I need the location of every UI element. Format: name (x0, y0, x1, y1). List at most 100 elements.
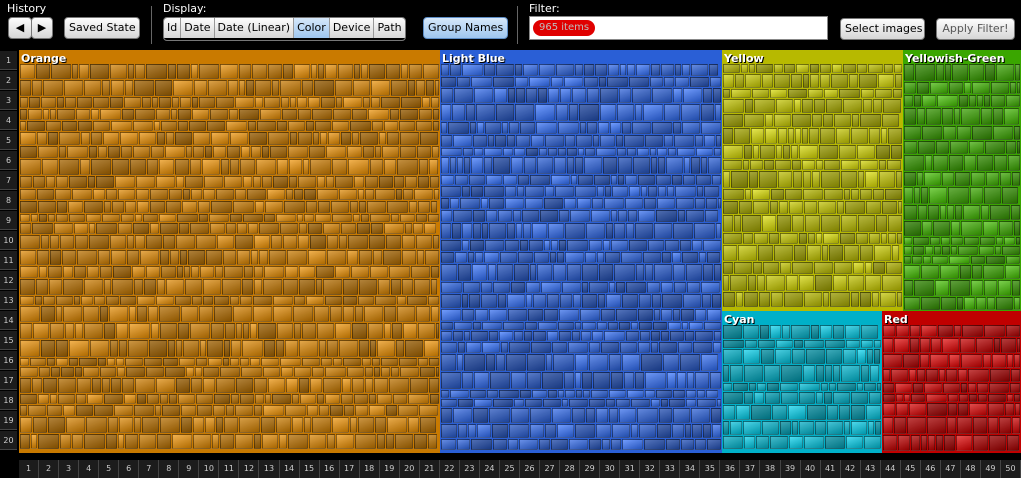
image-thumbnail[interactable] (860, 114, 881, 127)
image-thumbnail[interactable] (323, 378, 341, 393)
image-thumbnail[interactable] (883, 325, 895, 337)
image-thumbnail[interactable] (1012, 417, 1020, 434)
image-thumbnail[interactable] (397, 306, 415, 322)
image-thumbnail[interactable] (1005, 403, 1014, 416)
image-thumbnail[interactable] (62, 250, 76, 265)
image-thumbnail[interactable] (791, 145, 798, 159)
image-thumbnail[interactable] (826, 349, 842, 364)
image-thumbnail[interactable] (379, 176, 393, 188)
image-thumbnail[interactable] (339, 189, 357, 200)
image-thumbnail[interactable] (74, 296, 80, 305)
image-thumbnail[interactable] (930, 354, 948, 368)
image-thumbnail[interactable] (609, 282, 615, 293)
image-thumbnail[interactable] (656, 175, 671, 185)
image-thumbnail[interactable] (723, 145, 743, 159)
image-thumbnail[interactable] (150, 201, 165, 213)
image-thumbnail[interactable] (666, 439, 680, 450)
image-thumbnail[interactable] (482, 342, 500, 353)
image-thumbnail[interactable] (947, 205, 954, 220)
image-thumbnail[interactable] (526, 294, 532, 308)
image-thumbnail[interactable] (857, 64, 867, 73)
image-thumbnail[interactable] (904, 126, 921, 140)
image-thumbnail[interactable] (1011, 205, 1020, 220)
image-thumbnail[interactable] (74, 266, 86, 278)
image-thumbnail[interactable] (943, 383, 960, 393)
image-thumbnail[interactable] (1011, 369, 1020, 382)
image-thumbnail[interactable] (20, 279, 35, 295)
image-thumbnail[interactable] (723, 325, 742, 339)
image-thumbnail[interactable] (124, 97, 141, 108)
image-thumbnail[interactable] (824, 160, 840, 170)
image-thumbnail[interactable] (874, 340, 881, 348)
image-thumbnail[interactable] (38, 394, 49, 404)
image-thumbnail[interactable] (196, 235, 216, 249)
image-thumbnail[interactable] (911, 435, 920, 451)
image-thumbnail[interactable] (46, 121, 61, 131)
image-thumbnail[interactable] (937, 95, 958, 107)
image-thumbnail[interactable] (723, 365, 729, 382)
image-thumbnail[interactable] (196, 358, 207, 366)
image-thumbnail[interactable] (215, 266, 223, 278)
image-thumbnail[interactable] (179, 358, 195, 366)
image-thumbnail[interactable] (664, 104, 680, 121)
image-thumbnail[interactable] (764, 160, 774, 170)
image-thumbnail[interactable] (971, 172, 985, 186)
image-thumbnail[interactable] (273, 296, 293, 305)
image-thumbnail[interactable] (125, 201, 136, 213)
image-thumbnail[interactable] (118, 189, 135, 200)
saved-state-button[interactable]: Saved State (64, 17, 140, 39)
image-thumbnail[interactable] (182, 201, 197, 213)
image-thumbnail[interactable] (400, 132, 419, 145)
image-thumbnail[interactable] (770, 325, 781, 339)
image-thumbnail[interactable] (429, 378, 439, 393)
image-thumbnail[interactable] (895, 74, 902, 88)
image-thumbnail[interactable] (683, 175, 695, 185)
image-thumbnail[interactable] (604, 198, 624, 209)
image-thumbnail[interactable] (339, 235, 347, 249)
image-thumbnail[interactable] (723, 292, 735, 307)
image-thumbnail[interactable] (117, 367, 125, 377)
image-thumbnail[interactable] (944, 435, 955, 451)
image-thumbnail[interactable] (525, 198, 543, 209)
image-thumbnail[interactable] (892, 245, 899, 261)
image-thumbnail[interactable] (641, 186, 647, 197)
image-thumbnail[interactable] (582, 294, 597, 308)
image-thumbnail[interactable] (607, 77, 628, 87)
image-thumbnail[interactable] (689, 322, 703, 330)
image-thumbnail[interactable] (723, 421, 729, 435)
image-thumbnail[interactable] (636, 64, 650, 76)
image-thumbnail[interactable] (476, 104, 495, 121)
image-thumbnail[interactable] (643, 104, 663, 121)
image-thumbnail[interactable] (194, 80, 207, 96)
image-thumbnail[interactable] (632, 88, 651, 103)
image-thumbnail[interactable] (821, 383, 828, 391)
image-thumbnail[interactable] (341, 394, 353, 404)
image-thumbnail[interactable] (264, 214, 275, 222)
image-thumbnail[interactable] (280, 223, 298, 234)
image-thumbnail[interactable] (851, 421, 867, 435)
image-thumbnail[interactable] (110, 97, 123, 108)
image-thumbnail[interactable] (83, 306, 99, 322)
image-thumbnail[interactable] (159, 214, 176, 222)
image-thumbnail[interactable] (333, 358, 342, 366)
image-thumbnail[interactable] (958, 246, 978, 255)
image-thumbnail[interactable] (611, 240, 628, 251)
image-thumbnail[interactable] (820, 128, 835, 144)
image-thumbnail[interactable] (132, 266, 145, 278)
image-thumbnail[interactable] (575, 322, 581, 330)
image-thumbnail[interactable] (875, 421, 881, 435)
image-thumbnail[interactable] (76, 109, 90, 120)
image-thumbnail[interactable] (891, 369, 908, 382)
image-thumbnail[interactable] (697, 186, 703, 197)
image-thumbnail[interactable] (114, 405, 133, 416)
image-thumbnail[interactable] (977, 383, 988, 393)
image-thumbnail[interactable] (723, 405, 735, 420)
image-thumbnail[interactable] (441, 122, 447, 134)
image-thumbnail[interactable] (369, 235, 385, 249)
image-thumbnail[interactable] (499, 331, 513, 341)
image-thumbnail[interactable] (493, 282, 510, 293)
image-thumbnail[interactable] (257, 121, 276, 131)
image-thumbnail[interactable] (135, 64, 145, 79)
image-thumbnail[interactable] (672, 175, 682, 185)
image-thumbnail[interactable] (601, 309, 615, 321)
